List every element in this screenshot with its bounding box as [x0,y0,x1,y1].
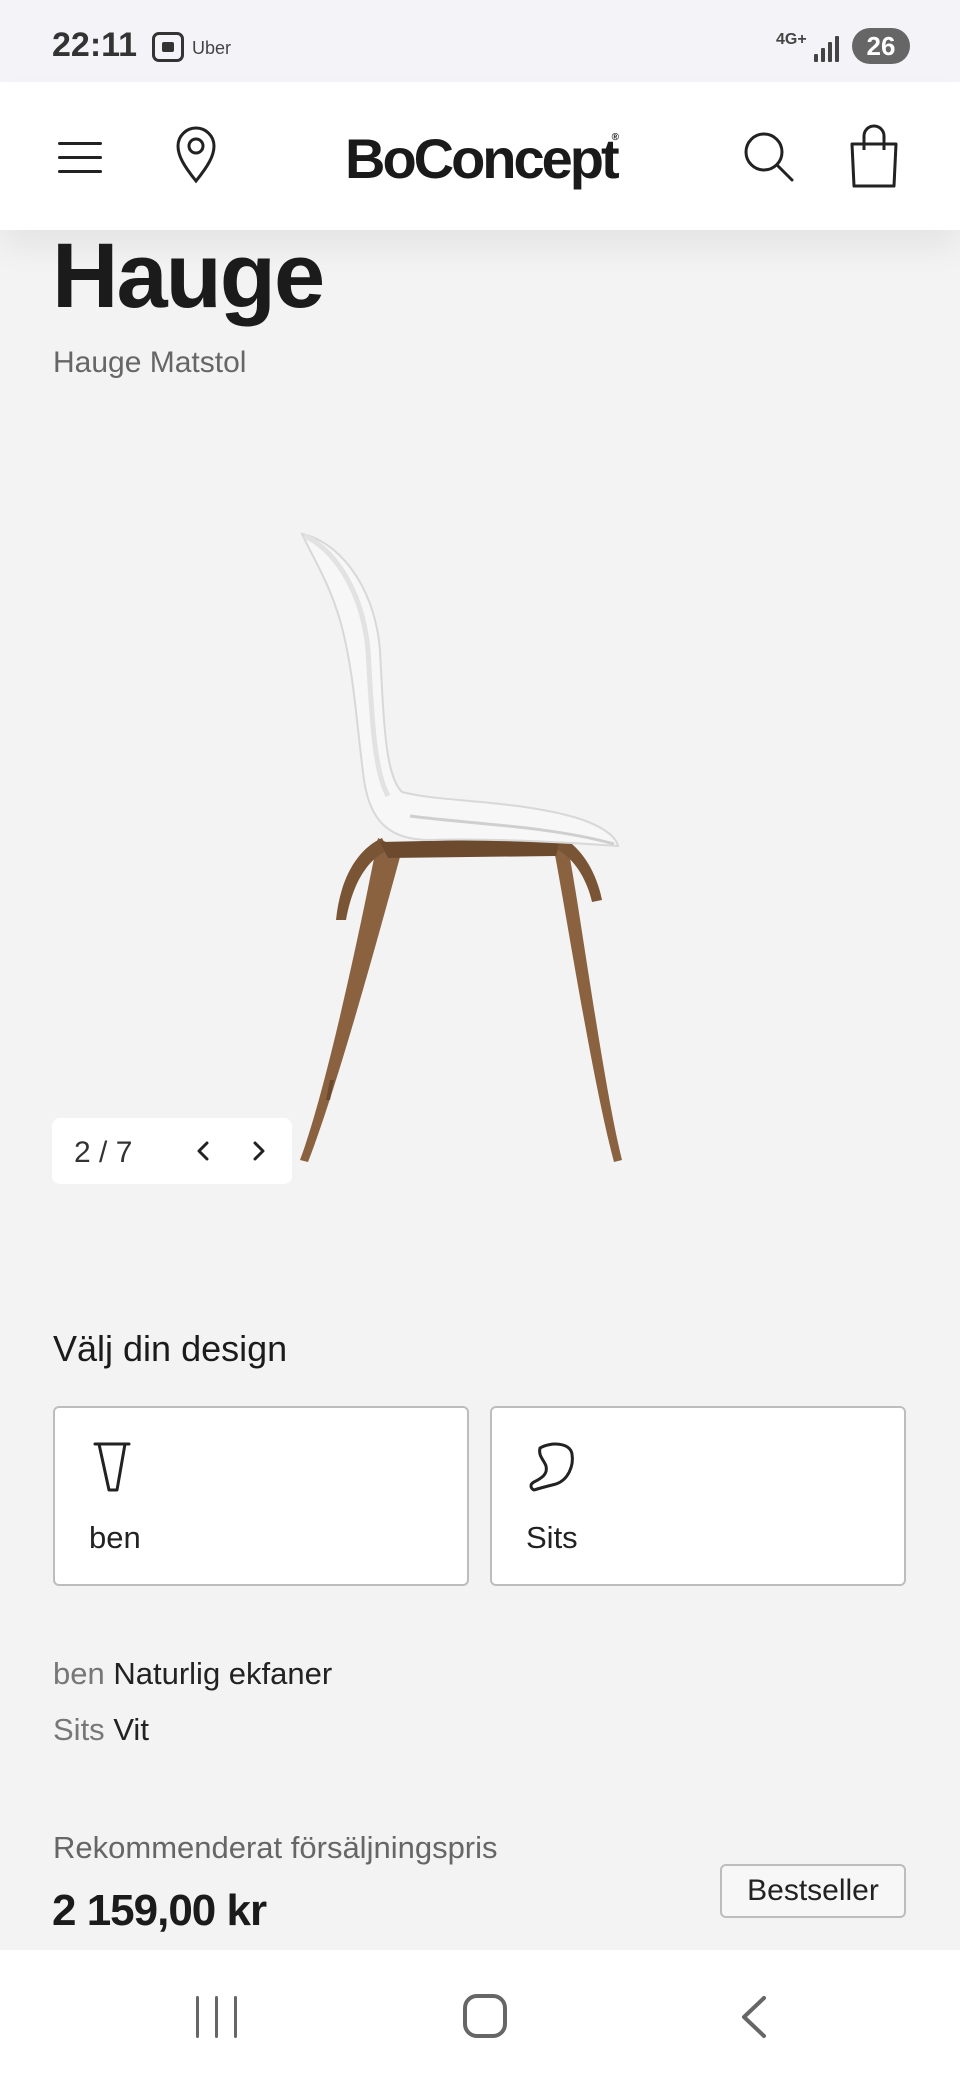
selection-key: Sits [53,1712,105,1747]
product-subtitle: Hauge Matstol [53,346,247,379]
seat-shell-icon [529,1442,574,1492]
screenshot-icon [152,32,184,62]
status-time: 22:11 [52,26,138,64]
selection-value: Vit [113,1712,149,1747]
back-icon[interactable] [738,1994,770,2040]
chevron-left-icon[interactable] [182,1130,224,1172]
battery-indicator: 26 [852,28,910,64]
chair-leg-icon [93,1442,131,1492]
design-option-label: Sits [526,1520,578,1555]
design-option-legs[interactable]: ben [53,1406,469,1586]
brand-logo[interactable]: BoConcept ® [345,126,620,191]
status-bar: 22:11 Uber 4G+ 26 [0,0,960,82]
design-heading: Välj din design [53,1328,288,1369]
product-image[interactable] [270,520,690,1180]
bestseller-badge: Bestseller [720,1864,906,1918]
selection-key: ben [53,1656,105,1691]
registered-mark: ® [611,132,619,143]
network-type-label: 4G+ [776,31,807,48]
location-icon[interactable] [174,126,218,184]
product-title: Hauge [52,225,325,327]
shopping-bag-icon[interactable] [848,124,900,190]
image-pager: 2 / 7 [52,1118,292,1184]
home-icon[interactable] [463,1994,507,2038]
selection-legs: ben Naturlig ekfaner [53,1656,332,1692]
design-option-seat[interactable]: Sits [490,1406,906,1586]
site-header: BoConcept ® [0,82,960,230]
selection-seat: Sits Vit [53,1712,149,1748]
search-icon[interactable] [742,130,798,186]
image-counter: 2 / 7 [74,1136,133,1169]
menu-icon[interactable] [58,142,102,174]
brand-logo-text: BoConcept [345,127,620,190]
chevron-right-icon[interactable] [238,1130,280,1172]
design-option-label: ben [89,1520,141,1555]
status-app-label: Uber [192,38,232,58]
price-label: Rekommenderat försäljningspris [53,1830,498,1865]
system-nav-bar [0,1950,960,2080]
recent-apps-icon[interactable] [196,1996,240,2038]
price-value: 2 159,00 kr [52,1886,267,1935]
selection-value: Naturlig ekfaner [113,1656,333,1691]
signal-icon [814,34,840,62]
